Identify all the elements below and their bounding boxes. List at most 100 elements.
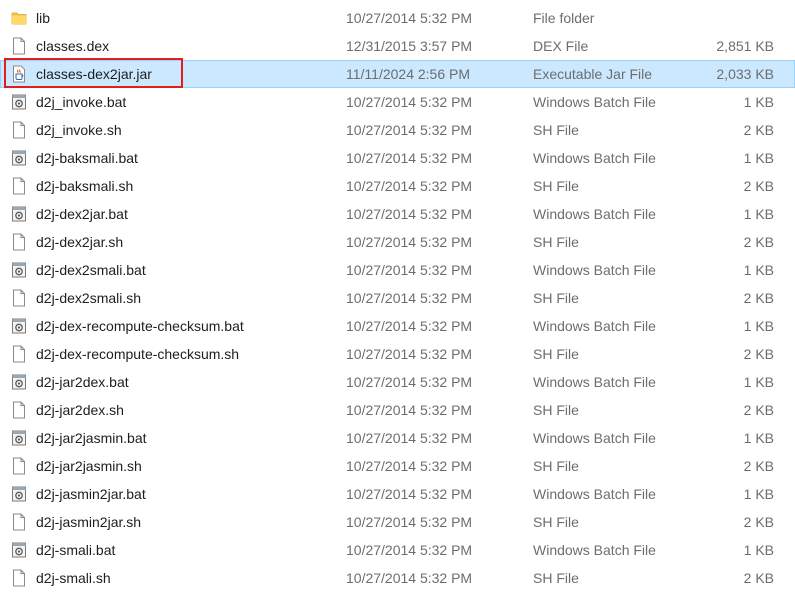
file-date-modified: 10/27/2014 5:32 PM [346, 402, 473, 418]
file-icon [11, 569, 27, 587]
file-size: 2 KB [743, 458, 774, 474]
file-type: SH File [533, 570, 579, 586]
file-size: 1 KB [743, 150, 774, 166]
file-row[interactable]: d2j_invoke.bat 10/27/2014 5:32 PM Window… [0, 88, 795, 116]
file-date-modified: 10/27/2014 5:32 PM [346, 430, 473, 446]
file-icon [11, 457, 27, 475]
file-row[interactable]: lib 10/27/2014 5:32 PM File folder [0, 4, 795, 32]
file-date-modified: 10/27/2014 5:32 PM [346, 178, 473, 194]
file-type: Windows Batch File [533, 318, 656, 334]
file-type: SH File [533, 458, 579, 474]
file-size: 2 KB [743, 570, 774, 586]
file-size: 2 KB [743, 234, 774, 250]
file-icon [11, 177, 27, 195]
file-name: d2j-dex2jar.sh [36, 234, 124, 250]
file-row[interactable]: d2j-dex2jar.sh 10/27/2014 5:32 PM SH Fil… [0, 228, 795, 256]
file-type: Windows Batch File [533, 262, 656, 278]
file-date-modified: 10/27/2014 5:32 PM [346, 122, 473, 138]
file-row[interactable]: classes.dex 12/31/2015 3:57 PM DEX File … [0, 32, 795, 60]
file-name: d2j_invoke.sh [36, 122, 122, 138]
file-date-modified: 10/27/2014 5:32 PM [346, 262, 473, 278]
file-name: d2j-jasmin2jar.bat [36, 486, 146, 502]
file-type: DEX File [533, 38, 589, 54]
file-date-modified: 10/27/2014 5:32 PM [346, 346, 473, 362]
file-row-selected[interactable]: classes-dex2jar.jar 11/11/2024 2:56 PM E… [0, 60, 795, 88]
file-date-modified: 10/27/2014 5:32 PM [346, 206, 473, 222]
file-size: 2 KB [743, 514, 774, 530]
batch-file-icon [11, 93, 27, 111]
file-type: SH File [533, 122, 579, 138]
file-type: File folder [533, 10, 595, 26]
file-row[interactable]: d2j-baksmali.bat 10/27/2014 5:32 PM Wind… [0, 144, 795, 172]
file-size: 1 KB [743, 374, 774, 390]
file-name: d2j-dex2smali.sh [36, 290, 142, 306]
file-row[interactable]: d2j-jar2jasmin.bat 10/27/2014 5:32 PM Wi… [0, 424, 795, 452]
file-name: d2j-dex-recompute-checksum.bat [36, 318, 244, 334]
file-name: lib [36, 10, 51, 26]
file-row[interactable]: d2j-smali.bat 10/27/2014 5:32 PM Windows… [0, 536, 795, 564]
file-size: 1 KB [743, 262, 774, 278]
file-icon [11, 345, 27, 363]
file-date-modified: 10/27/2014 5:32 PM [346, 514, 473, 530]
file-name: d2j-smali.bat [36, 542, 116, 558]
file-size: 1 KB [743, 430, 774, 446]
file-date-modified: 10/27/2014 5:32 PM [346, 94, 473, 110]
file-name: classes.dex [36, 38, 110, 54]
file-row[interactable]: d2j-jar2dex.bat 10/27/2014 5:32 PM Windo… [0, 368, 795, 396]
file-icon [11, 233, 27, 251]
file-name: d2j-jar2jasmin.bat [36, 430, 147, 446]
file-row[interactable]: d2j-dex-recompute-checksum.sh 10/27/2014… [0, 340, 795, 368]
file-row[interactable]: d2j-jar2dex.sh 10/27/2014 5:32 PM SH Fil… [0, 396, 795, 424]
file-date-modified: 10/27/2014 5:32 PM [346, 570, 473, 586]
jar-icon [11, 65, 27, 83]
file-type: SH File [533, 514, 579, 530]
file-type: SH File [533, 234, 579, 250]
file-type: SH File [533, 290, 579, 306]
file-type: Windows Batch File [533, 430, 656, 446]
file-row[interactable]: d2j-dex2jar.bat 10/27/2014 5:32 PM Windo… [0, 200, 795, 228]
file-size: 2 KB [743, 290, 774, 306]
batch-file-icon [11, 429, 27, 447]
file-size: 2,851 KB [716, 38, 774, 54]
file-icon [11, 401, 27, 419]
file-date-modified: 10/27/2014 5:32 PM [346, 374, 473, 390]
file-name: d2j-baksmali.bat [36, 150, 138, 166]
file-size: 1 KB [743, 542, 774, 558]
file-type: Windows Batch File [533, 374, 656, 390]
file-type: Executable Jar File [533, 66, 653, 82]
file-row[interactable]: d2j-jasmin2jar.bat 10/27/2014 5:32 PM Wi… [0, 480, 795, 508]
file-name: d2j-dex2smali.bat [36, 262, 146, 278]
file-name: d2j-dex-recompute-checksum.sh [36, 346, 240, 362]
batch-file-icon [11, 149, 27, 167]
file-row[interactable]: d2j_invoke.sh 10/27/2014 5:32 PM SH File… [0, 116, 795, 144]
file-date-modified: 10/27/2014 5:32 PM [346, 458, 473, 474]
file-row[interactable]: d2j-baksmali.sh 10/27/2014 5:32 PM SH Fi… [0, 172, 795, 200]
file-type: Windows Batch File [533, 542, 656, 558]
file-icon [11, 37, 27, 55]
file-size: 2 KB [743, 346, 774, 362]
file-size: 1 KB [743, 486, 774, 502]
file-date-modified: 10/27/2014 5:32 PM [346, 486, 473, 502]
file-type: Windows Batch File [533, 206, 656, 222]
file-size: 2 KB [743, 178, 774, 194]
batch-file-icon [11, 205, 27, 223]
file-row[interactable]: d2j-jar2jasmin.sh 10/27/2014 5:32 PM SH … [0, 452, 795, 480]
file-row[interactable]: d2j-dex-recompute-checksum.bat 10/27/201… [0, 312, 795, 340]
file-icon [11, 121, 27, 139]
file-icon [11, 289, 27, 307]
file-row[interactable]: d2j-jasmin2jar.sh 10/27/2014 5:32 PM SH … [0, 508, 795, 536]
file-name: d2j-jar2dex.bat [36, 374, 129, 390]
file-name: d2j-smali.sh [36, 570, 111, 586]
file-icon [11, 513, 27, 531]
file-row[interactable]: d2j-dex2smali.sh 10/27/2014 5:32 PM SH F… [0, 284, 795, 312]
batch-file-icon [11, 373, 27, 391]
file-type: Windows Batch File [533, 94, 656, 110]
file-date-modified: 10/27/2014 5:32 PM [346, 10, 473, 26]
file-name: classes-dex2jar.jar [36, 66, 152, 82]
file-name: d2j-jar2dex.sh [36, 402, 124, 418]
file-row[interactable]: d2j-smali.sh 10/27/2014 5:32 PM SH File … [0, 564, 795, 592]
file-date-modified: 12/31/2015 3:57 PM [346, 38, 473, 54]
file-row[interactable]: d2j-dex2smali.bat 10/27/2014 5:32 PM Win… [0, 256, 795, 284]
file-size: 2 KB [743, 402, 774, 418]
file-type: SH File [533, 402, 579, 418]
